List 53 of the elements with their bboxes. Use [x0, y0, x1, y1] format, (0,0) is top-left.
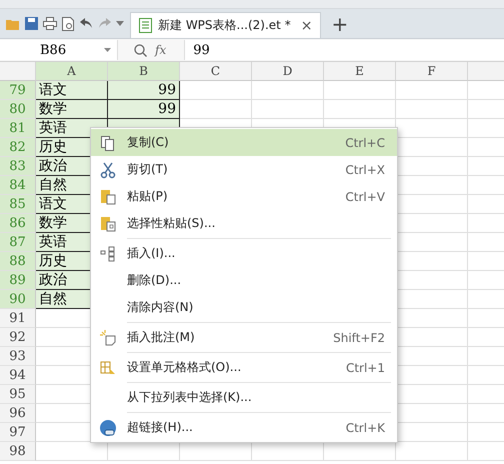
row-header[interactable]: 97 [0, 423, 36, 442]
spreadsheet-icon [139, 18, 152, 33]
caret-icon[interactable] [104, 48, 111, 52]
corner-cell[interactable] [0, 62, 36, 81]
format-cells-icon [99, 358, 117, 376]
table-cell [396, 81, 468, 100]
table-cell: 语文 [36, 81, 108, 100]
row-header[interactable]: 93 [0, 347, 36, 366]
row-header[interactable]: 92 [0, 328, 36, 347]
close-tab-button[interactable]: × [300, 18, 312, 34]
table-cell: 数学 [36, 100, 108, 119]
column-header[interactable]: E [324, 62, 396, 81]
comment-icon [99, 328, 117, 346]
table-cell [252, 81, 324, 100]
table-cell [396, 100, 468, 119]
dropdown-icon[interactable] [116, 21, 124, 26]
row-header[interactable]: 94 [0, 366, 36, 385]
save-icon[interactable] [25, 17, 38, 30]
hyperlink-icon [99, 418, 117, 436]
print-preview-icon[interactable] [62, 16, 75, 30]
document-title: 新建 WPS表格...(2).et * [158, 17, 291, 34]
table-cell: 99 [108, 100, 180, 119]
menu-item[interactable]: 插入批注(M) Shift+F2 [91, 324, 397, 351]
function-button[interactable]: fx [155, 43, 166, 57]
row-header[interactable]: 98 [0, 442, 36, 461]
redo-icon[interactable] [98, 18, 111, 29]
column-header[interactable]: A [36, 62, 108, 81]
new-tab-button[interactable]: + [321, 9, 358, 38]
name-box[interactable]: B86 [0, 40, 118, 60]
undo-icon[interactable] [80, 18, 93, 29]
scissors-icon [99, 160, 117, 178]
search-icon[interactable] [134, 44, 147, 56]
column-header[interactable]: C [180, 62, 252, 81]
insert-icon [99, 244, 117, 262]
formula-input[interactable]: 99 [184, 40, 504, 60]
menu-item[interactable]: 复制(C) Ctrl+C [91, 129, 397, 156]
table-cell [180, 81, 252, 100]
row-header[interactable]: 96 [0, 404, 36, 423]
column-header[interactable]: D [252, 62, 324, 81]
table-cell: 99 [108, 81, 180, 100]
menu-item[interactable]: 设置单元格格式(O)... Ctrl+1 [91, 354, 397, 381]
print-icon[interactable] [43, 17, 57, 30]
column-header[interactable]: F [396, 62, 468, 81]
menu-item[interactable]: 超链接(H)... Ctrl+K [91, 414, 397, 441]
menu-item[interactable]: 从下拉列表中选择(K)... [91, 384, 397, 411]
row-header[interactable]: 91 [0, 309, 36, 328]
row-header[interactable]: 95 [0, 385, 36, 404]
column-header[interactable]: B [108, 62, 180, 81]
document-tab[interactable]: 新建 WPS表格...(2).et * × [130, 12, 322, 38]
clipboard-icon [99, 214, 117, 232]
table-cell [324, 81, 396, 100]
clipboard-icon [99, 188, 117, 206]
copy-icon [99, 134, 117, 152]
